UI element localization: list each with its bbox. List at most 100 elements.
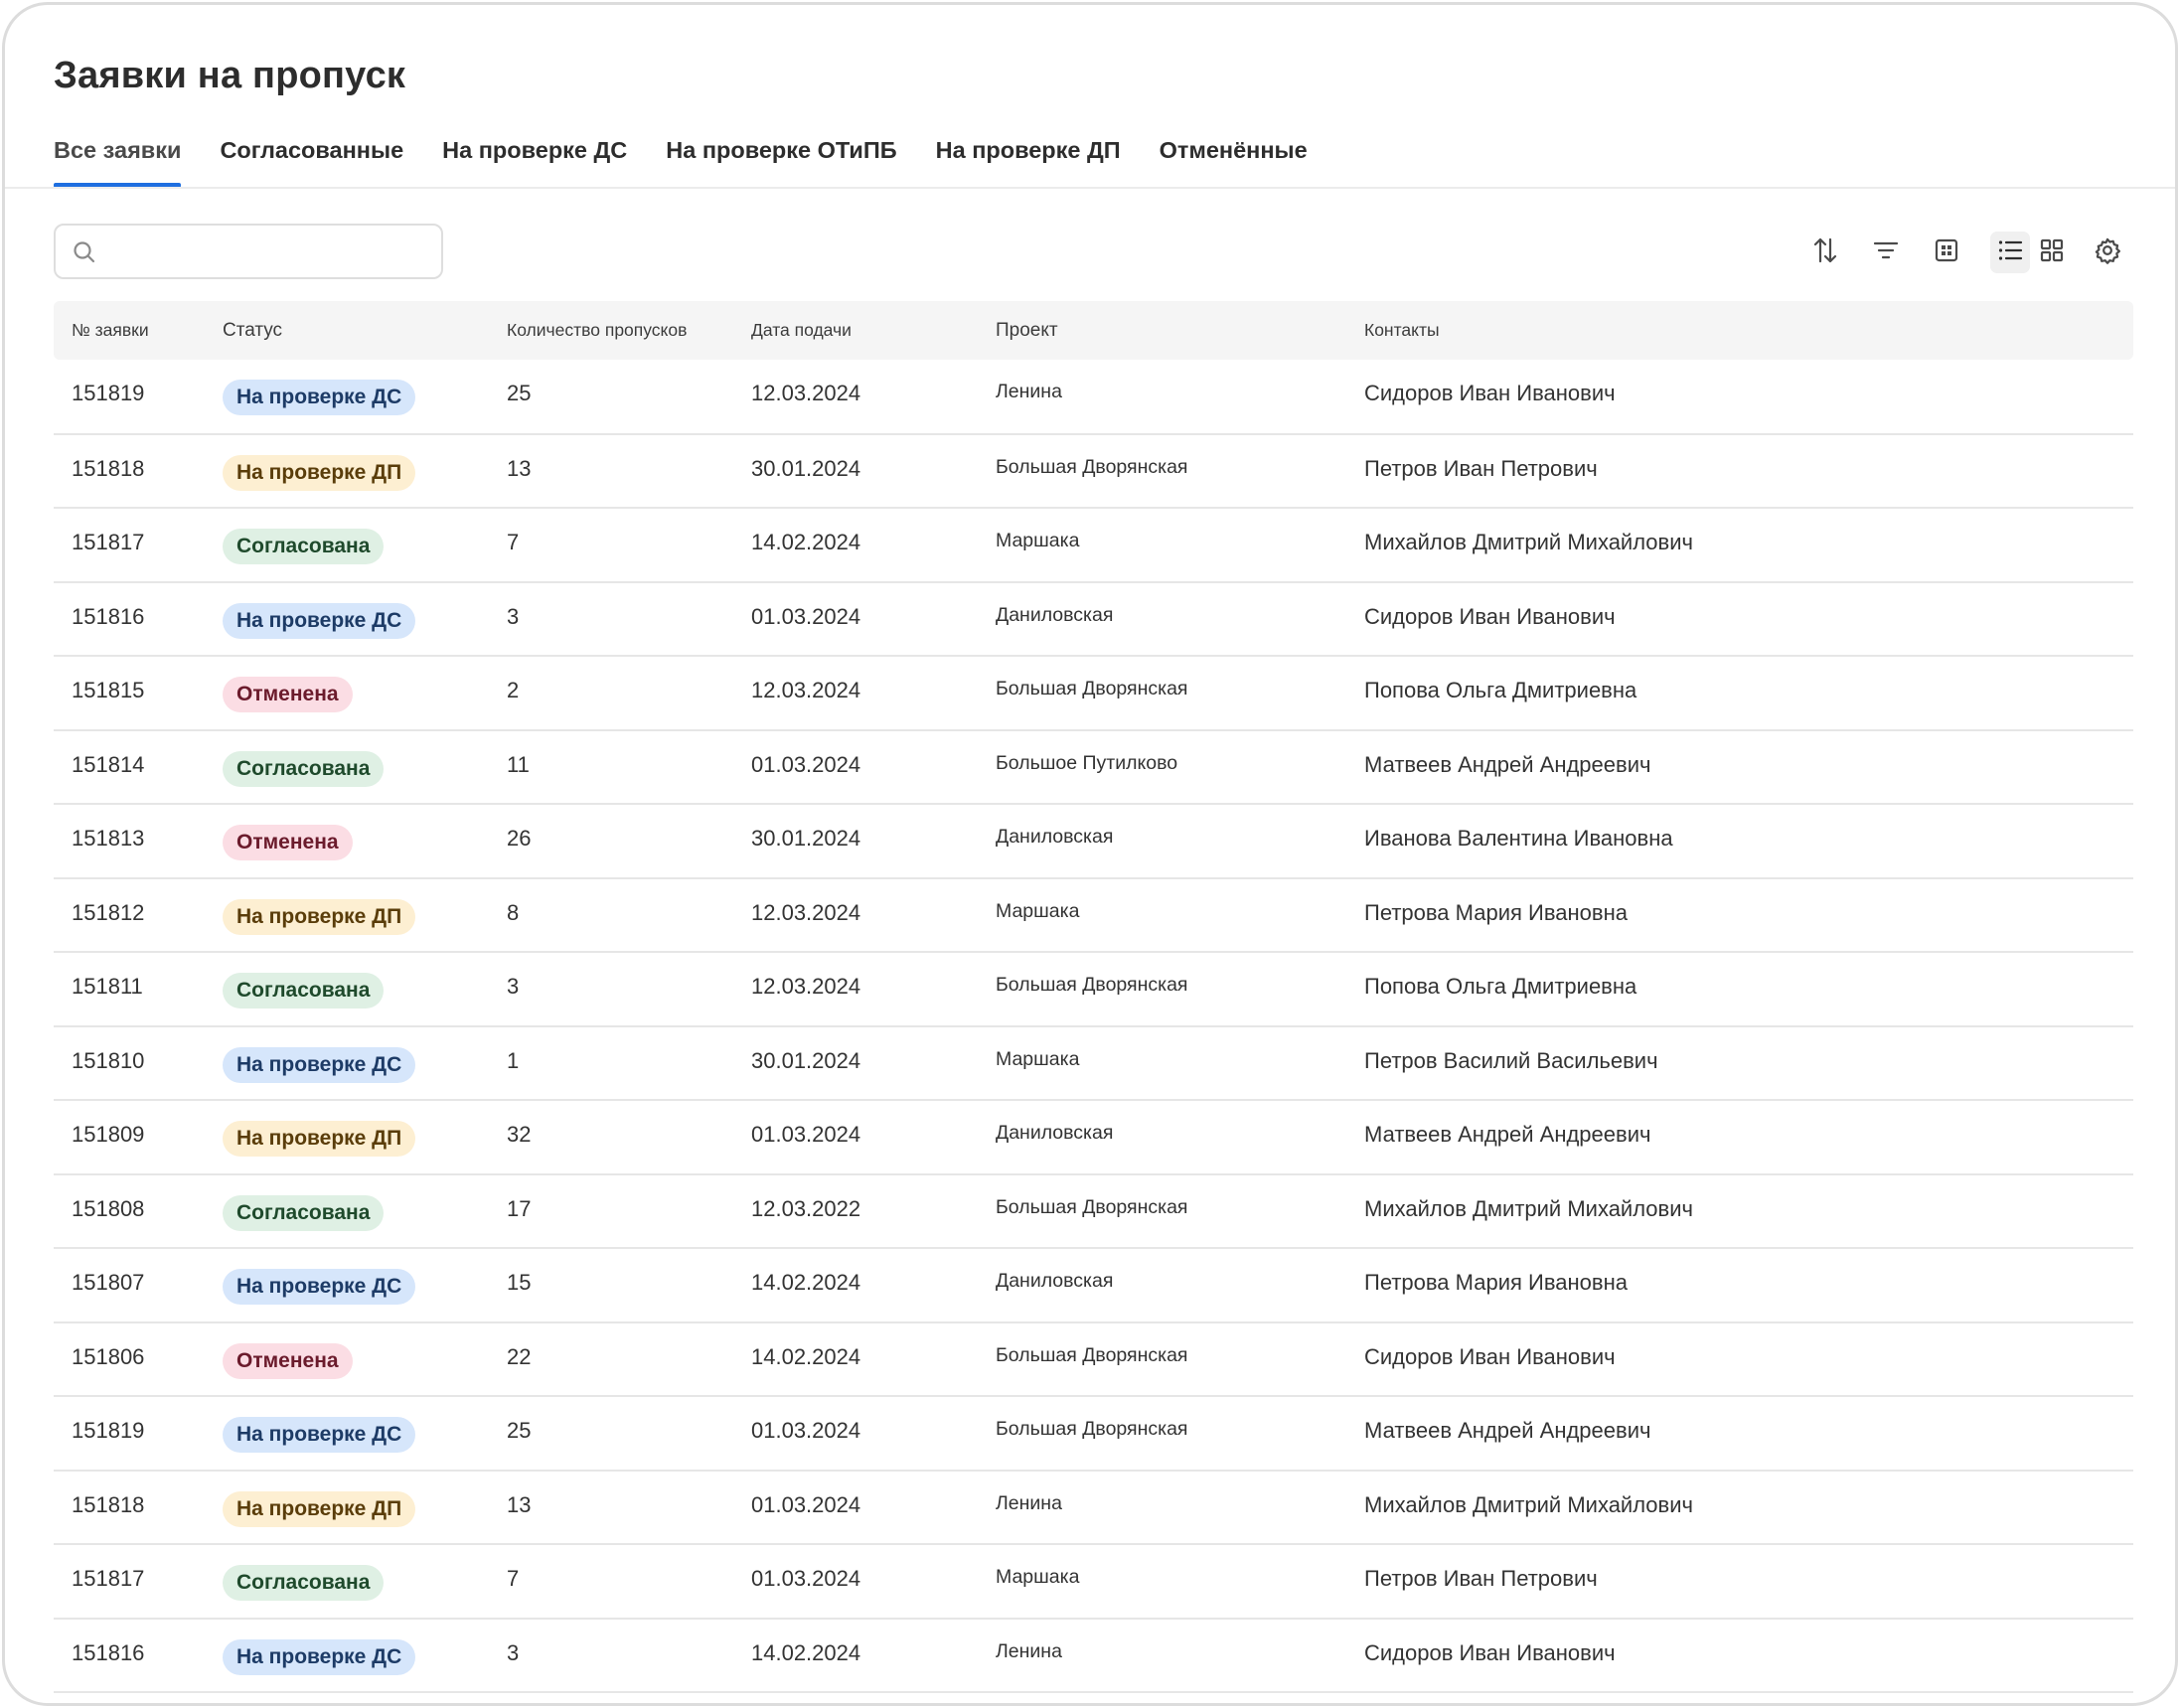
cell-pass-count: 13	[507, 455, 532, 481]
cell-submit-date: 14.02.2024	[751, 1639, 861, 1665]
column-header-contacts[interactable]: Контакты	[1346, 301, 2133, 360]
cell-status: Согласована	[205, 730, 489, 805]
requests-table: № заявки Статус Количество пропусков Дат…	[54, 301, 2133, 1693]
cell-submit-date: 01.03.2024	[751, 1566, 861, 1591]
cell-status: На проверке ДС	[205, 582, 489, 657]
table-row[interactable]: 151817 Согласована 7 14.02.2024 Маршака Михай…	[54, 508, 2133, 582]
cell-pass-count: 32	[507, 1122, 532, 1147]
app-window: Заявки на пропуск Все заявки Согласованны…	[2, 2, 2178, 1706]
cell-pass-count: 2	[507, 678, 520, 702]
table-row[interactable]: 151817 Согласована 7 01.03.2024 Маршака Петро…	[54, 1544, 2133, 1619]
tab-all[interactable]: Все заявки	[54, 132, 182, 188]
status-badge: На проверке ДП	[223, 898, 416, 935]
sort-button[interactable]	[1808, 235, 1842, 269]
table-row[interactable]: 151809 На проверке ДП 32 01.03.2024 Даниловс…	[54, 1100, 2133, 1174]
settings-icon	[2094, 236, 2121, 269]
cell-pass-count: 7	[507, 530, 520, 554]
cell-submit-date: 14.02.2024	[751, 530, 861, 554]
table-row[interactable]: 151806 Отменена 22 14.02.2024 Большая Дворян…	[54, 1322, 2133, 1396]
grid-view-button[interactable]	[2032, 232, 2072, 273]
column-header-date[interactable]: Дата подачи	[733, 301, 978, 360]
table-row[interactable]: 151813 Отменена 26 30.01.2024 Даниловская Ива…	[54, 804, 2133, 878]
cell-status: Согласована	[205, 508, 489, 582]
status-badge: На проверке ДП	[223, 1490, 416, 1527]
status-badge: На проверке ДС	[223, 1638, 416, 1675]
table-header-row: № заявки Статус Количество пропусков Дат…	[54, 301, 2133, 360]
status-badge: Отменена	[223, 1342, 353, 1379]
cell-submit-date: 12.03.2024	[751, 678, 861, 702]
cell-request-id: 151819	[72, 381, 145, 405]
cell-submit-date: 12.03.2024	[751, 899, 861, 925]
settings-button[interactable]	[2091, 235, 2124, 269]
cell-project: Большая Дворянская	[996, 678, 1188, 699]
table-row[interactable]: 151818 На проверке ДП 13 01.03.2024 Ленина Ми…	[54, 1471, 2133, 1545]
column-header-count[interactable]: Количество пропусков	[489, 301, 733, 360]
table-row[interactable]: 151816 На проверке ДС 3 01.03.2024 Даниловск…	[54, 582, 2133, 657]
table-row[interactable]: 151815 Отменена 2 12.03.2024 Большая Дворянс…	[54, 656, 2133, 730]
table-row[interactable]: 151811 Согласована 3 12.03.2024 Большая Двор…	[54, 952, 2133, 1026]
cell-request-id: 151811	[72, 974, 143, 999]
tab-review-dp[interactable]: На проверке ДП	[936, 132, 1121, 188]
page-title: Заявки на пропуск	[54, 55, 406, 96]
cell-project: Большая Дворянская	[996, 1343, 1188, 1366]
column-header-id[interactable]: № заявки	[54, 301, 205, 360]
status-badge: На проверке ДС	[223, 602, 416, 639]
cell-submit-date: 14.02.2024	[751, 1343, 861, 1369]
cell-submit-date: 01.03.2024	[751, 1418, 861, 1443]
table-row[interactable]: 151819 На проверке ДС 25 01.03.2024 Большая …	[54, 1396, 2133, 1471]
cell-status: Отменена	[205, 656, 489, 730]
table-row[interactable]: 151810 На проверке ДС 1 30.01.2024 Маршака Пе…	[54, 1026, 2133, 1101]
cell-contact: Михайлов Дмитрий Михайлович	[1364, 1491, 1693, 1517]
cell-pass-count: 13	[507, 1491, 532, 1517]
cell-request-id: 151818	[72, 455, 145, 481]
cell-status: На проверке ДП	[205, 1471, 489, 1545]
cell-status: На проверке ДС	[205, 1619, 489, 1693]
tab-cancelled[interactable]: Отменённые	[1160, 132, 1308, 188]
cell-status: На проверке ДС	[205, 1248, 489, 1322]
grid-view-icon	[2040, 238, 2064, 267]
cell-status: Согласована	[205, 1174, 489, 1249]
cell-contact: Петрова Мария Ивановна	[1364, 899, 1628, 925]
table-row[interactable]: 151812 На проверке ДП 8 12.03.2024 Маршака Пе…	[54, 878, 2133, 952]
column-header-status[interactable]: Статус	[205, 301, 489, 360]
table-toolbar	[5, 232, 2175, 273]
table-row[interactable]: 151807 На проверке ДС 15 14.02.2024 Даниловс…	[54, 1248, 2133, 1322]
cell-status: На проверке ДС	[205, 360, 489, 434]
cell-contact: Петров Иван Петрович	[1364, 455, 1598, 481]
cell-project: Даниловская	[996, 1122, 1114, 1144]
cell-contact: Матвеев Андрей Андреевич	[1364, 1122, 1651, 1147]
cell-request-id: 151812	[72, 899, 145, 925]
table-row[interactable]: 151816 На проверке ДС 3 14.02.2024 Ленина Сид…	[54, 1619, 2133, 1693]
cell-request-id: 151814	[72, 751, 145, 777]
table-row[interactable]: 151808 Согласована 17 12.03.2022 Большая Дво…	[54, 1174, 2133, 1249]
cell-contact: Петрова Мария Ивановна	[1364, 1270, 1628, 1295]
list-view-button[interactable]	[1990, 232, 2030, 273]
cell-request-id: 151817	[72, 530, 145, 554]
cell-contact: Петров Иван Петрович	[1364, 1566, 1598, 1591]
column-header-project[interactable]: Проект	[978, 301, 1346, 360]
cell-pass-count: 3	[507, 1639, 520, 1665]
table-row[interactable]: 151818 На проверке ДП 13 30.01.2024 Большая …	[54, 434, 2133, 508]
cell-pass-count: 22	[507, 1343, 532, 1369]
cell-contact: Сидоров Иван Иванович	[1364, 1343, 1616, 1369]
tab-approved[interactable]: Согласованные	[220, 132, 403, 188]
cell-submit-date: 01.03.2024	[751, 603, 861, 629]
cell-submit-date: 30.01.2024	[751, 826, 861, 851]
cell-request-id: 151818	[72, 1491, 145, 1517]
status-badge: Согласована	[223, 1565, 385, 1601]
table-row[interactable]: 151819 На проверке ДС 25 12.03.2024 Ленина Си…	[54, 360, 2133, 434]
status-badge: На проверке ДС	[223, 1417, 416, 1453]
cell-request-id: 151819	[72, 1418, 145, 1443]
sort-icon	[1811, 235, 1839, 270]
cell-status: На проверке ДС	[205, 1026, 489, 1101]
cell-project: Маршака	[996, 1047, 1080, 1070]
cell-project: Ленина	[996, 381, 1062, 402]
cell-submit-date: 01.03.2024	[751, 1491, 861, 1517]
filter-button[interactable]	[1869, 235, 1903, 269]
table-row[interactable]: 151814 Согласована 11 01.03.2024 Большое Пут…	[54, 730, 2133, 805]
view-toggle	[1990, 232, 2072, 273]
cell-project: Большая Дворянская	[996, 1195, 1188, 1218]
tab-review-ds[interactable]: На проверке ДС	[442, 132, 627, 188]
tab-review-otipb[interactable]: На проверке ОТиПБ	[666, 132, 896, 188]
columns-button[interactable]	[1930, 235, 1963, 269]
